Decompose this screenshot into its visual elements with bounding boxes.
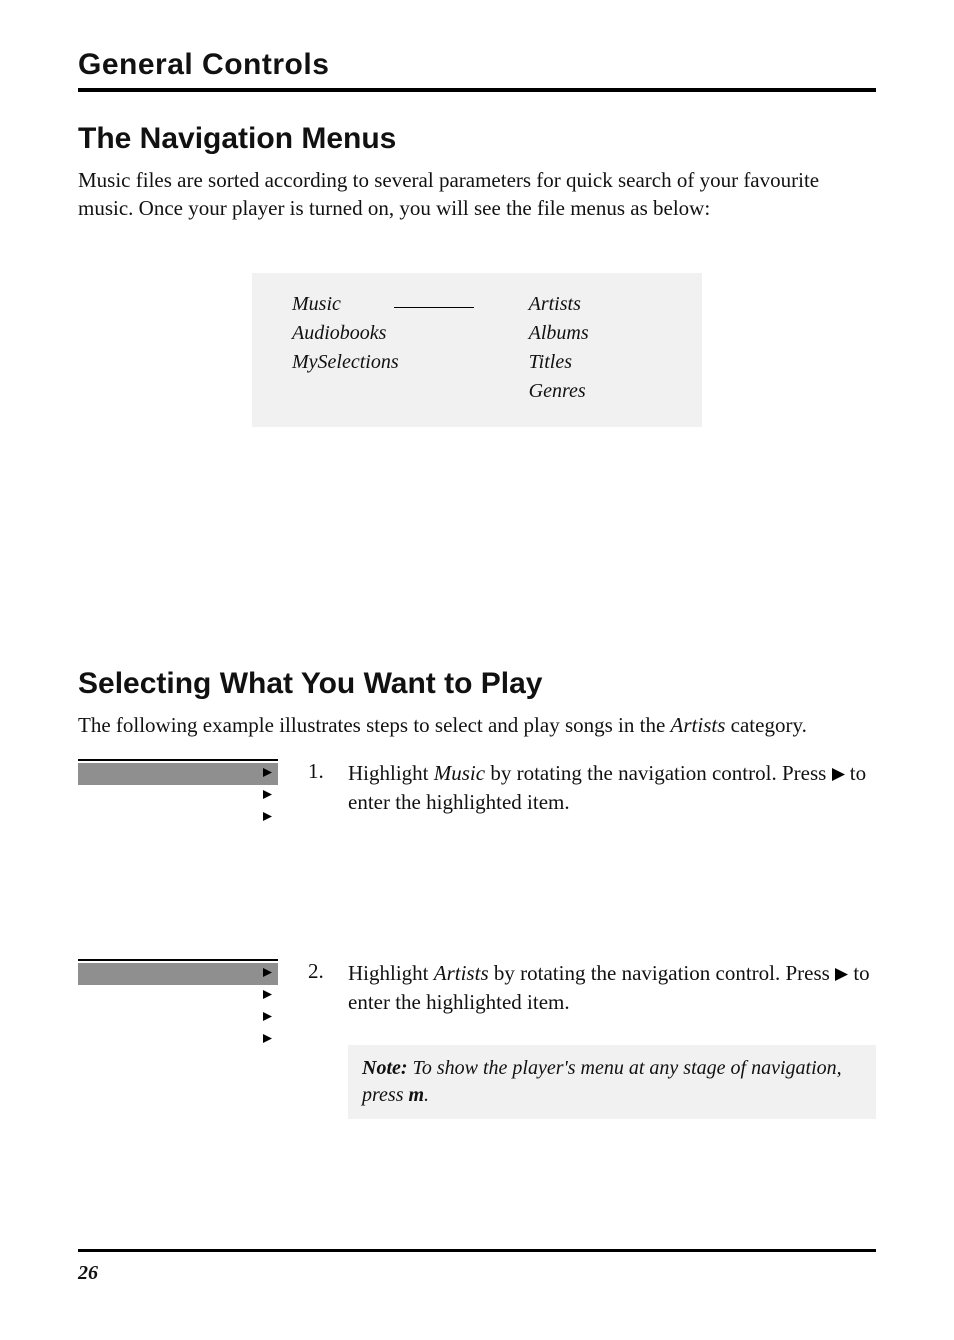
chapter-rule	[78, 88, 876, 92]
text-emphasis: Artists	[671, 713, 726, 737]
footer-rule	[78, 1249, 876, 1252]
screen-row	[78, 1007, 278, 1029]
play-triangle-icon	[835, 960, 848, 988]
step-number: 1.	[298, 759, 348, 784]
screen-top-rule	[78, 759, 278, 761]
screen-row	[78, 763, 278, 785]
play-triangle-icon	[832, 760, 845, 788]
play-triangle-icon	[263, 768, 272, 780]
step-number: 2.	[298, 959, 348, 984]
menu-item: Artists	[529, 293, 589, 316]
play-triangle-icon	[263, 812, 272, 824]
step-figure	[78, 959, 298, 1051]
menu-item: Titles	[529, 351, 589, 374]
note-label: Note:	[362, 1057, 408, 1079]
menu-column-left: Music Audiobooks MySelections	[292, 293, 399, 403]
note-key: m	[408, 1084, 424, 1106]
screen-top-rule	[78, 959, 278, 961]
menu-item: Music	[292, 293, 399, 316]
menu-column-right: Artists Albums Titles Genres	[539, 293, 599, 403]
mini-screen	[78, 959, 278, 1051]
menu-item: Genres	[529, 380, 589, 403]
screen-row	[78, 785, 278, 807]
page-number: 26	[78, 1262, 98, 1284]
section-intro-selecting: The following example illustrates steps …	[78, 711, 876, 739]
screen-row	[78, 963, 278, 985]
menu-item: Audiobooks	[292, 322, 399, 345]
text: Highlight	[348, 761, 434, 785]
section-heading-nav-menus: The Navigation Menus	[78, 122, 876, 156]
note-text: .	[424, 1084, 429, 1106]
text: by rotating the navigation control. Pres…	[485, 761, 831, 785]
section-intro-nav-menus: Music files are sorted according to seve…	[78, 166, 876, 223]
text-emphasis: Music	[434, 761, 485, 785]
page-footer: 26	[78, 1249, 876, 1285]
step-row: 2. Highlight Artists by rotating the nav…	[78, 959, 876, 1119]
text-emphasis: Artists	[434, 961, 489, 985]
screen-row	[78, 1029, 278, 1051]
menu-connector-line	[394, 307, 474, 308]
step-text: Highlight Music by rotating the navigati…	[348, 759, 876, 817]
step-row: 1. Highlight Music by rotating the navig…	[78, 759, 876, 919]
section-heading-selecting: Selecting What You Want to Play	[78, 667, 876, 701]
screen-row	[78, 985, 278, 1007]
note-text: To show the player's menu at any stage o…	[362, 1057, 842, 1106]
step-figure	[78, 759, 298, 829]
text: by rotating the navigation control. Pres…	[489, 961, 835, 985]
chapter-title: General Controls	[78, 48, 876, 88]
menu-item: MySelections	[292, 351, 399, 374]
play-triangle-icon	[263, 990, 272, 1002]
text: The following example illustrates steps …	[78, 713, 671, 737]
play-triangle-icon	[263, 1034, 272, 1046]
play-triangle-icon	[263, 1012, 272, 1024]
play-triangle-icon	[263, 790, 272, 802]
screen-row	[78, 807, 278, 829]
play-triangle-icon	[263, 968, 272, 980]
menu-diagram: Music Audiobooks MySelections Artists Al…	[252, 273, 702, 427]
note-box: Note: To show the player's menu at any s…	[348, 1045, 876, 1119]
menu-item: Albums	[529, 322, 589, 345]
text: Highlight	[348, 961, 434, 985]
text: category.	[725, 713, 806, 737]
mini-screen	[78, 759, 278, 829]
step-text: Highlight Artists by rotating the naviga…	[348, 959, 876, 1119]
